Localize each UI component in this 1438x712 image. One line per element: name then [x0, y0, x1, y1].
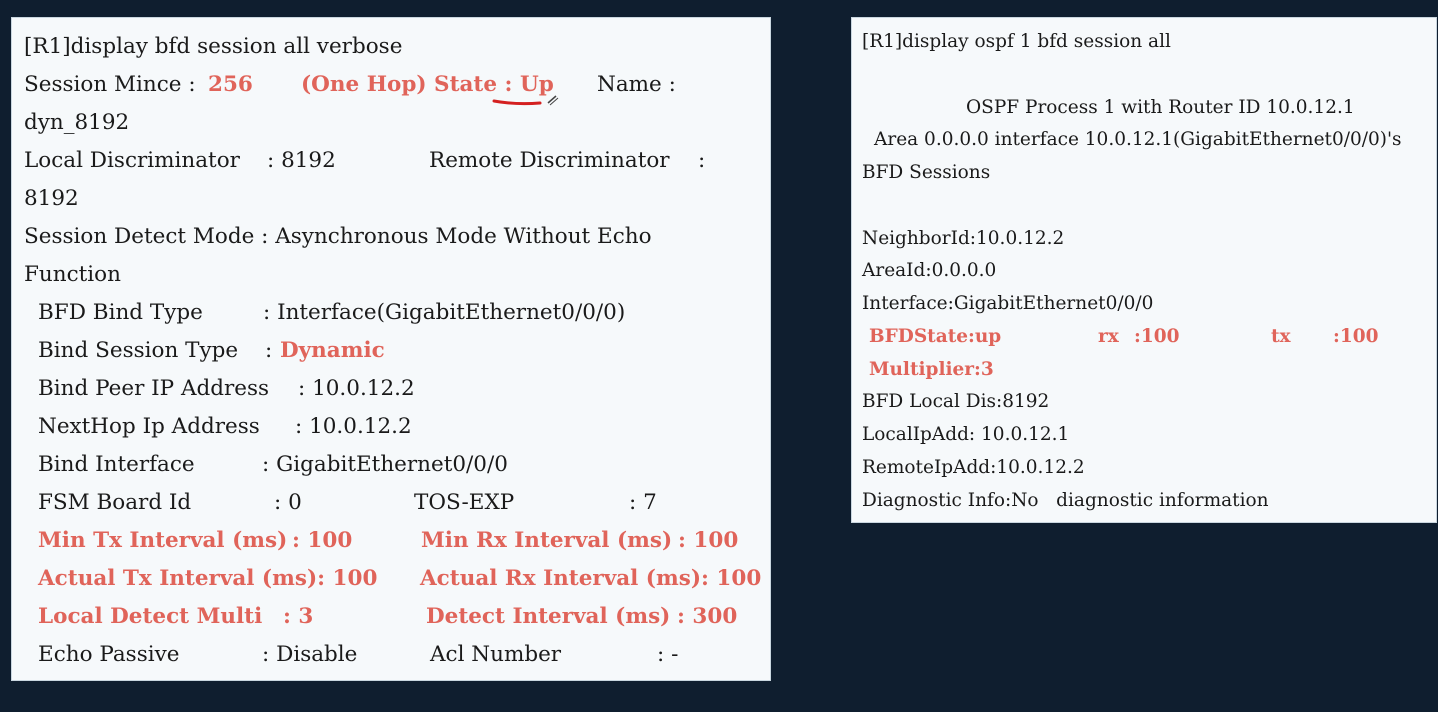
- bfd-state: BFDState:up: [869, 326, 1002, 347]
- session-state: (One Hop) State : Up: [301, 72, 554, 97]
- tos-exp-value: : 7: [629, 490, 657, 515]
- local-detect-multi-label: Local Detect Multi: [38, 604, 263, 629]
- remote-discriminator-colon: :: [698, 148, 706, 173]
- area-interface-line: Area 0.0.0.0 interface 10.0.12.1(Gigabit…: [874, 129, 1402, 150]
- rx-value: :100: [1134, 326, 1180, 347]
- acl-number-value: : -: [657, 642, 679, 667]
- local-ip-add: LocalIpAdd: 10.0.12.1: [862, 424, 1070, 445]
- ospf-command-line: [R1]display ospf 1 bfd session all: [862, 31, 1171, 52]
- acl-number-label: Acl Number: [430, 642, 562, 667]
- detect-mode-continuation: Function: [24, 262, 121, 287]
- detect-interval-value: : 300: [677, 604, 738, 629]
- neighbor-id: NeighborId:10.0.12.2: [862, 228, 1065, 249]
- fsm-board-label: FSM Board Id: [38, 490, 192, 515]
- command-line: [R1]display bfd session all verbose: [24, 34, 403, 59]
- multiplier: Multiplier:3: [869, 359, 994, 380]
- remote-discriminator-label: Remote Discriminator: [429, 148, 670, 173]
- interface-line: Interface:GigabitEthernet0/0/0: [862, 293, 1154, 314]
- tx-value: :100: [1333, 326, 1379, 347]
- local-detect-multi-value: : 3: [283, 604, 314, 629]
- name-value: dyn_8192: [24, 110, 130, 135]
- ospf-bfd-session-panel: [R1]display ospf 1 bfd session all OSPF …: [851, 17, 1437, 523]
- echo-passive-value: : Disable: [262, 642, 358, 667]
- min-rx-value: : 100: [678, 528, 739, 553]
- area-id: AreaId:0.0.0.0: [862, 260, 997, 281]
- tos-exp-label: TOS-EXP: [414, 490, 515, 515]
- peer-ip-value: : 10.0.12.2: [298, 376, 415, 401]
- nexthop-value: : 10.0.12.2: [295, 414, 412, 439]
- bfd-local-dis: BFD Local Dis:8192: [862, 391, 1050, 412]
- bfd-session-verbose-panel: [R1]display bfd session all verbose Sess…: [11, 17, 771, 681]
- bfd-sessions-heading: BFD Sessions: [862, 162, 991, 183]
- annotation-underline: [492, 95, 559, 106]
- bind-interface-value: : GigabitEthernet0/0/0: [262, 452, 508, 477]
- tx-label: tx: [1271, 326, 1291, 347]
- ospf-process-line: OSPF Process 1 with Router ID 10.0.12.1: [966, 97, 1355, 118]
- bind-interface-label: Bind Interface: [38, 452, 195, 477]
- detect-mode-line: Session Detect Mode : Asynchronous Mode …: [24, 224, 652, 249]
- bind-session-colon: :: [265, 338, 273, 363]
- min-tx-value: : 100: [292, 528, 353, 553]
- echo-passive-label: Echo Passive: [38, 642, 180, 667]
- bind-type-value: : Interface(GigabitEthernet0/0/0): [263, 300, 626, 325]
- local-discriminator-label: Local Discriminator: [24, 148, 240, 173]
- name-label: Name :: [597, 72, 676, 97]
- fsm-board-value: : 0: [274, 490, 302, 515]
- min-rx-label: Min Rx Interval (ms): [421, 528, 673, 553]
- bind-session-value: Dynamic: [280, 338, 385, 363]
- actual-tx-line: Actual Tx Interval (ms): 100: [38, 566, 378, 591]
- bind-type-label: BFD Bind Type: [38, 300, 203, 325]
- session-label: Session Mince :: [24, 72, 196, 97]
- bind-session-label: Bind Session Type: [38, 338, 239, 363]
- nexthop-label: NextHop Ip Address: [38, 414, 260, 439]
- detect-interval-label: Detect Interval (ms): [426, 604, 671, 629]
- remote-ip-add: RemoteIpAdd:10.0.12.2: [862, 457, 1085, 478]
- min-tx-label: Min Tx Interval (ms): [38, 528, 288, 553]
- rx-label: rx: [1098, 326, 1119, 347]
- actual-rx-line: Actual Rx Interval (ms): 100: [420, 566, 762, 591]
- diagnostic-info: Diagnostic Info:No diagnostic informatio…: [862, 490, 1269, 511]
- session-value: 256: [208, 72, 253, 97]
- peer-ip-label: Bind Peer IP Address: [38, 376, 270, 401]
- local-discriminator-value: : 8192: [267, 148, 336, 173]
- remote-discriminator-value: 8192: [24, 186, 79, 211]
